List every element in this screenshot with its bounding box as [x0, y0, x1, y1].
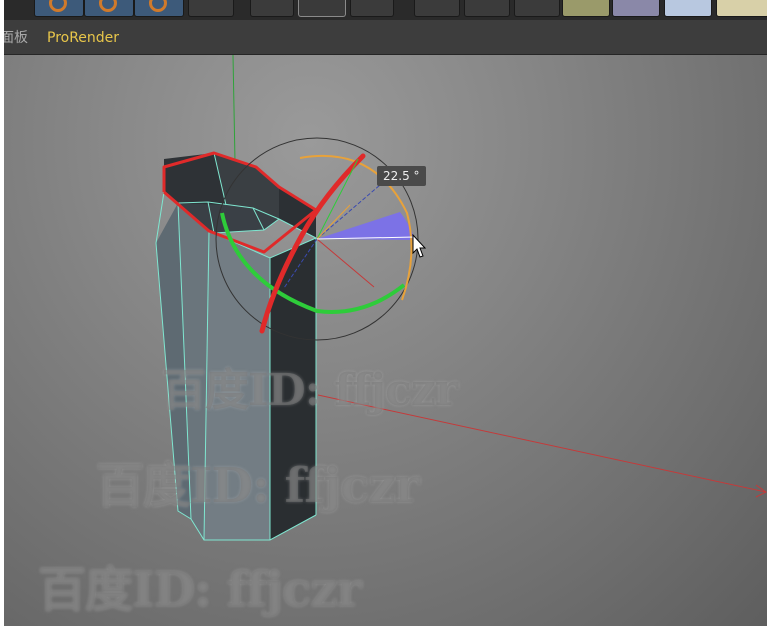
rotation-angle-readout: 22.5 °	[377, 166, 426, 186]
deformer-button[interactable]	[612, 0, 660, 17]
prism-inner-face	[279, 187, 316, 238]
render-view-button[interactable]	[250, 0, 294, 17]
floor-button[interactable]	[664, 0, 712, 17]
camera-button[interactable]	[716, 0, 767, 17]
tool-button[interactable]	[34, 0, 84, 17]
render-settings-button[interactable]	[350, 0, 394, 17]
array-button[interactable]	[562, 0, 610, 17]
3d-viewport[interactable]: 22.5 °	[4, 55, 767, 626]
watermark-text: 百度ID: ffjczr	[96, 458, 420, 514]
pen-spline-button[interactable]	[464, 0, 510, 17]
toolbar	[4, 0, 767, 20]
watermark-text: 百度ID: ffjczr	[162, 365, 458, 416]
rotate-tool-icon	[149, 0, 167, 12]
cinema4d-window: 面板 ProRender 22.5 ° 百度ID: ffjczr 百度ID: f…	[4, 0, 767, 626]
tool-button[interactable]	[134, 0, 184, 17]
rotate-tool-icon	[99, 0, 117, 12]
viewport-menubar: 面板 ProRender	[4, 20, 767, 55]
coordinate-system-button[interactable]	[188, 0, 234, 17]
watermark-text: 百度ID: ffjczr	[38, 562, 362, 618]
menu-item-prorender[interactable]: ProRender	[47, 30, 119, 46]
mouse-cursor-icon	[412, 233, 427, 258]
rotate-tool-icon	[49, 0, 67, 12]
cube-object-button[interactable]	[414, 0, 460, 17]
tool-button[interactable]	[84, 0, 134, 17]
menu-item-panel[interactable]: 面板	[4, 30, 28, 46]
viewport-scene	[155, 55, 767, 541]
gizmo-axis	[316, 238, 375, 288]
subdivision-button[interactable]	[514, 0, 560, 17]
render-picture-viewer-button[interactable]	[298, 0, 346, 17]
